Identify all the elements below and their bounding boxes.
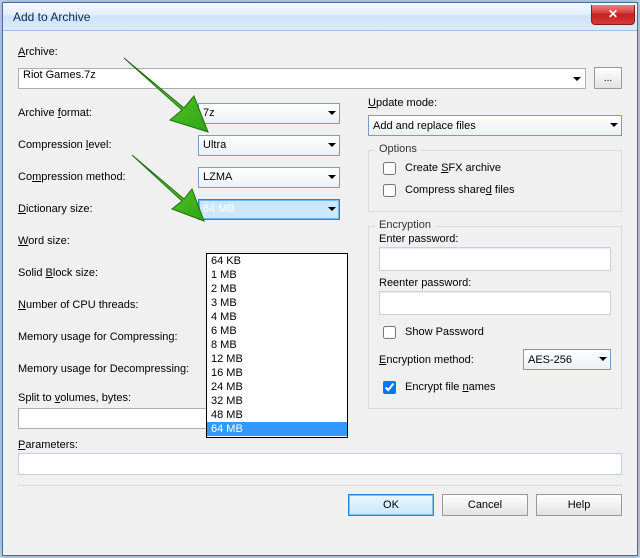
- button-row: OK Cancel Help: [18, 494, 622, 516]
- password2-input[interactable]: [379, 291, 611, 315]
- encnames-label: Encrypt file names: [405, 381, 496, 393]
- level-select[interactable]: Ultra: [198, 135, 340, 156]
- dict-dropdown-list[interactable]: 64 KB1 MB2 MB3 MB4 MB6 MB8 MB12 MB16 MB2…: [206, 253, 348, 438]
- memcomp-label: Memory usage for Compressing:: [18, 331, 198, 343]
- update-label-row: Update mode:: [368, 97, 622, 115]
- sfx-checkbox[interactable]: [383, 162, 396, 175]
- password-label: Enter password:: [379, 233, 611, 245]
- archive-input-row: Riot Games.7z ...: [18, 67, 622, 89]
- dict-option[interactable]: 64 KB: [207, 254, 347, 268]
- encryption-group: Encryption Enter password: Reenter passw…: [368, 226, 622, 409]
- format-select[interactable]: 7z: [198, 103, 340, 124]
- encmethod-row: Encryption method: AES-256: [379, 349, 611, 370]
- window-title: Add to Archive: [13, 10, 90, 24]
- dialog-window: Add to Archive ✕ Archive:: [2, 2, 638, 556]
- dict-option[interactable]: 2 MB: [207, 282, 347, 296]
- level-row: Compression level: Ultra: [18, 129, 348, 161]
- memdecomp-label: Memory usage for Decompressing:: [18, 363, 198, 375]
- ok-button[interactable]: OK: [348, 494, 434, 516]
- params-label: Parameters:: [18, 439, 78, 451]
- separator: [18, 485, 622, 486]
- dict-option[interactable]: 4 MB: [207, 310, 347, 324]
- content-area: Archive: Riot Games.7z ... Archive forma…: [3, 31, 637, 555]
- dict-option[interactable]: 3 MB: [207, 296, 347, 310]
- params-input[interactable]: [18, 453, 622, 475]
- archive-label-row: Archive:: [18, 41, 622, 63]
- help-button[interactable]: Help: [536, 494, 622, 516]
- archive-combo[interactable]: Riot Games.7z: [18, 68, 586, 89]
- level-label: Compression level:: [18, 139, 198, 151]
- archive-value: Riot Games.7z: [23, 69, 96, 81]
- encmethod-select[interactable]: AES-256: [523, 349, 611, 370]
- threads-label: Number of CPU threads:: [18, 299, 198, 311]
- options-group-title: Options: [375, 143, 421, 155]
- showpw-checkbox[interactable]: [383, 326, 396, 339]
- dict-option[interactable]: 16 MB: [207, 366, 347, 380]
- solid-label: Solid Block size:: [18, 267, 198, 279]
- method-label: Compression method:: [18, 171, 198, 183]
- method-select[interactable]: LZMA: [198, 167, 340, 188]
- titlebar: Add to Archive ✕: [3, 3, 637, 31]
- options-group: Options Create SFX archive Compress shar…: [368, 150, 622, 212]
- split-label: Split to volumes, bytes:: [18, 392, 198, 404]
- dict-select[interactable]: 64 MB: [198, 199, 340, 220]
- encnames-row: Encrypt file names: [379, 376, 611, 398]
- right-column: Update mode: Add and replace files Optio…: [368, 97, 622, 429]
- dict-option[interactable]: 1 MB: [207, 268, 347, 282]
- dict-option[interactable]: 24 MB: [207, 380, 347, 394]
- shared-checkbox[interactable]: [383, 184, 396, 197]
- archive-label: Archive:: [18, 46, 58, 58]
- shared-label: Compress shared files: [405, 184, 514, 196]
- close-icon: ✕: [608, 7, 618, 21]
- cancel-button[interactable]: Cancel: [442, 494, 528, 516]
- sfx-row: Create SFX archive: [379, 157, 611, 179]
- encnames-checkbox[interactable]: [383, 381, 396, 394]
- password2-label: Reenter password:: [379, 277, 611, 289]
- dict-option[interactable]: 32 MB: [207, 394, 347, 408]
- format-label: Archive format:: [18, 107, 198, 119]
- dict-row: Dictionary size: 64 MB: [18, 193, 348, 225]
- dict-option[interactable]: 8 MB: [207, 338, 347, 352]
- update-label: Update mode:: [368, 97, 437, 109]
- params-row: Parameters:: [18, 439, 622, 475]
- dict-option[interactable]: 64 MB: [207, 422, 347, 436]
- browse-button[interactable]: ...: [594, 67, 622, 89]
- shared-row: Compress shared files: [379, 179, 611, 201]
- dict-label: Dictionary size:: [18, 203, 198, 215]
- method-row: Compression method: LZMA: [18, 161, 348, 193]
- dict-option[interactable]: 48 MB: [207, 408, 347, 422]
- password-input[interactable]: [379, 247, 611, 271]
- showpw-label: Show Password: [405, 326, 484, 338]
- dict-option[interactable]: 6 MB: [207, 324, 347, 338]
- update-select[interactable]: Add and replace files: [368, 115, 622, 136]
- sfx-label: Create SFX archive: [405, 162, 501, 174]
- encryption-group-title: Encryption: [375, 219, 435, 231]
- close-button[interactable]: ✕: [591, 5, 635, 25]
- dict-option[interactable]: 12 MB: [207, 352, 347, 366]
- word-label: Word size:: [18, 235, 198, 247]
- format-row: Archive format: 7z: [18, 97, 348, 129]
- encmethod-label: Encryption method:: [379, 354, 515, 366]
- showpw-row: Show Password: [379, 321, 611, 343]
